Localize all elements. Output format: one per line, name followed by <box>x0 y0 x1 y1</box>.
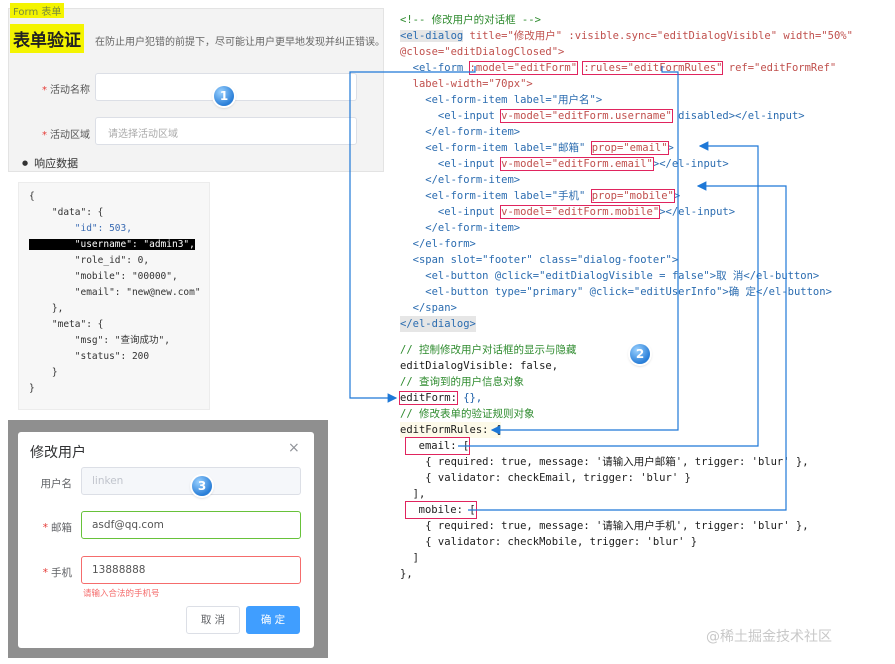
rules-to-editformrules-arrow <box>490 66 679 435</box>
prop-mobile-arrow <box>468 181 787 511</box>
prop-email-arrow <box>458 141 759 447</box>
connector-arrows <box>349 66 787 511</box>
model-to-editform-arrow <box>349 66 476 403</box>
watermark: @稀土掘金技术社区 <box>706 629 832 645</box>
